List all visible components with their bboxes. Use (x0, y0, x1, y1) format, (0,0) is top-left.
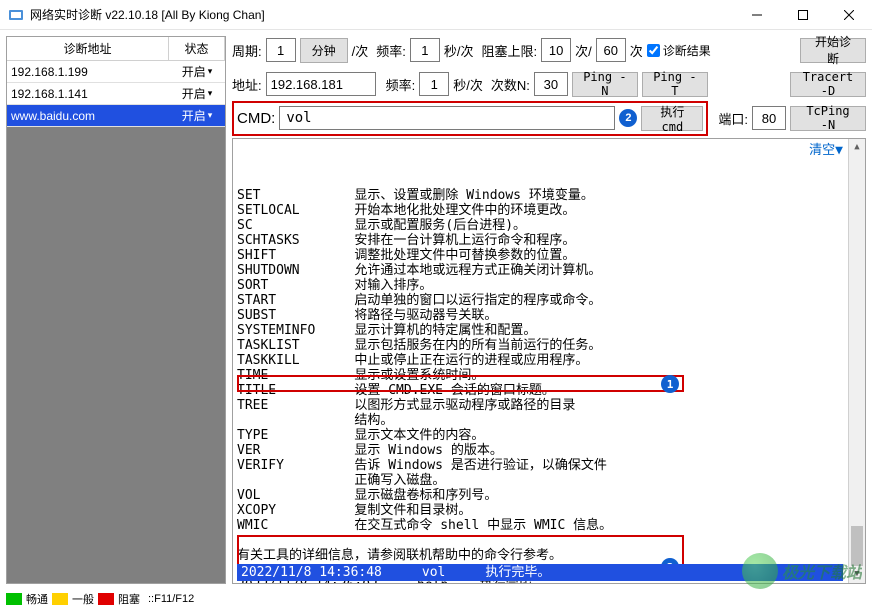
addr-freq-label: 频率: (386, 75, 416, 94)
cmd-input[interactable] (279, 106, 615, 130)
window-title: 网络实时诊断 v22.10.18 [All By Kiong Chan] (30, 6, 734, 23)
badge-1: 1 (661, 375, 679, 393)
watermark-text: 极光下载站 (782, 559, 862, 583)
status-cmd: vol (422, 565, 445, 580)
status-block: 阻塞 (118, 591, 140, 607)
scroll-up-icon[interactable]: ▲ (849, 139, 865, 156)
period-suffix: /次 (352, 41, 369, 60)
status-keys: ::F11/F12 (148, 593, 194, 605)
period-row: 周期: 分钟 /次 频率: 秒/次 阻塞上限: 次/ 次 诊断结果 开始诊断 (232, 36, 866, 64)
scrollbar[interactable]: ▲ ▼ (848, 139, 865, 583)
addr-input[interactable] (266, 72, 376, 96)
state-cell[interactable]: 开启▾ (169, 107, 225, 124)
state-cell[interactable]: 开启▾ (169, 85, 225, 102)
highlight-1: 1 (237, 375, 684, 392)
tcping-n-button[interactable]: TcPing -N (790, 106, 866, 131)
cmd-label: CMD: (237, 110, 275, 127)
countn-label: 次数N: (491, 75, 530, 94)
badge-2: 2 (619, 109, 637, 127)
result-checkbox[interactable]: 诊断结果 (647, 42, 711, 59)
status-red-icon (98, 593, 114, 605)
port-label: 端口: (718, 109, 748, 128)
period-input[interactable] (266, 38, 296, 62)
addr-freq-input[interactable] (419, 72, 449, 96)
period-label: 周期: (232, 41, 262, 60)
table-row[interactable]: 192.168.1.141 开启▾ (7, 83, 225, 105)
countn-input[interactable] (534, 72, 568, 96)
status-ts: 2022/11/8 14:36:48 (241, 565, 382, 580)
cmd-highlight-box: CMD: 2 执行cmd (232, 101, 708, 136)
freq-label: 频率: (376, 41, 406, 60)
freq-unit: 秒/次 (444, 41, 474, 60)
table-body: 192.168.1.199 开启▾ 192.168.1.141 开启▾ www.… (7, 61, 225, 583)
header-state[interactable]: 状态 (169, 37, 225, 60)
header-address[interactable]: 诊断地址 (7, 37, 169, 60)
status-good: 畅通 (26, 591, 48, 607)
statusbar: 畅通 一般 阻塞 ::F11/F12 (0, 591, 872, 607)
titlebar: 网络实时诊断 v22.10.18 [All By Kiong Chan] (0, 0, 872, 30)
start-diagnosis-button[interactable]: 开始诊断 (800, 38, 866, 63)
state-cell[interactable]: 开启▾ (169, 63, 225, 80)
addr-freq-unit: 秒/次 (453, 75, 483, 94)
address-row: 地址: 频率: 秒/次 次数N: Ping -N Ping -T Tracert… (232, 70, 866, 98)
status-yellow-icon (52, 593, 68, 605)
close-button[interactable] (826, 0, 872, 30)
block-suffix: 次 (630, 41, 643, 60)
address-table: 诊断地址 状态 192.168.1.199 开启▾ 192.168.1.141 … (6, 36, 226, 584)
period-unit-button[interactable]: 分钟 (300, 38, 348, 63)
addr-cell: 192.168.1.199 (7, 63, 169, 81)
right-panel: 周期: 分钟 /次 频率: 秒/次 阻塞上限: 次/ 次 诊断结果 开始诊断 地… (232, 36, 866, 584)
freq-input[interactable] (410, 38, 440, 62)
watermark-icon (742, 553, 778, 589)
status-normal: 一般 (72, 591, 94, 607)
block-b-input[interactable] (596, 38, 626, 62)
exec-cmd-button[interactable]: 执行cmd (641, 106, 703, 131)
block-label: 阻塞上限: (482, 41, 538, 60)
block-a-input[interactable] (541, 38, 571, 62)
status-green-icon (6, 593, 22, 605)
chevron-down-icon: ▾ (208, 66, 213, 77)
ping-n-button[interactable]: Ping -N (572, 72, 638, 97)
log-area[interactable]: 清空▼ SET 显示、设置或删除 Windows 环境变量。 SETLOCAL … (232, 138, 866, 584)
table-row[interactable]: 192.168.1.199 开启▾ (7, 61, 225, 83)
table-row[interactable]: www.baidu.com 开启▾ (7, 105, 225, 127)
chevron-down-icon: ▾ (208, 110, 213, 121)
ping-t-button[interactable]: Ping -T (642, 72, 708, 97)
status-stat: 执行完毕。 (485, 565, 550, 580)
tracert-d-button[interactable]: Tracert -D (790, 72, 866, 97)
addr-label: 地址: (232, 75, 262, 94)
block-mid: 次/ (575, 41, 592, 60)
minimize-button[interactable] (734, 0, 780, 30)
clear-link[interactable]: 清空▼ (809, 143, 843, 158)
watermark: 极光下载站 (742, 553, 862, 589)
addr-cell: www.baidu.com (7, 107, 169, 125)
app-icon (8, 7, 24, 23)
left-panel: 诊断地址 状态 192.168.1.199 开启▾ 192.168.1.141 … (6, 36, 226, 584)
addr-cell: 192.168.1.141 (7, 85, 169, 103)
chevron-down-icon: ▾ (208, 88, 213, 99)
maximize-button[interactable] (780, 0, 826, 30)
port-input[interactable] (752, 106, 786, 130)
cmd-row-outer: CMD: 2 执行cmd 端口: TcPing -N (232, 104, 866, 132)
